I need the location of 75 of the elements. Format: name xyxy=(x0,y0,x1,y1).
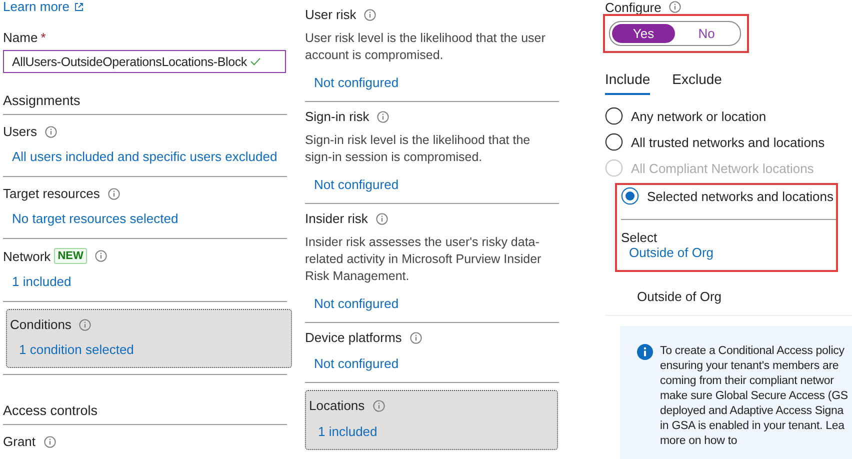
section-heading: Assignments xyxy=(3,93,82,110)
info-icon[interactable] xyxy=(95,250,108,262)
info-icon[interactable] xyxy=(376,212,388,224)
section-label: Target resources xyxy=(3,186,100,201)
section-label: Device platforms xyxy=(305,330,402,345)
section-row[interactable]: Network NEW 1 included xyxy=(3,239,286,301)
radio-button[interactable] xyxy=(621,187,639,205)
info-text-line: more on how to xyxy=(660,434,738,449)
info-icon[interactable] xyxy=(364,8,376,20)
info-text-line: deployed and Adaptive Access Signa xyxy=(660,404,845,419)
selected-section[interactable]: Conditions 1 condition selected xyxy=(6,309,292,368)
section-label: Users xyxy=(3,124,37,139)
radio-label: Selected networks and locations xyxy=(647,188,834,204)
radio-label: Any network or location xyxy=(631,108,766,124)
section-row[interactable]: Target resources No target resources selected xyxy=(3,177,286,238)
section-row[interactable]: Insider risk Insider risk assesses the user's risky data-related activity in Microsoft Purview Insider Risk Management. Not configured xyxy=(305,204,558,322)
external-link-icon xyxy=(74,2,84,12)
info-icon[interactable] xyxy=(377,110,390,122)
radio-button[interactable] xyxy=(605,107,623,125)
field-label: Name xyxy=(3,30,38,45)
info-text-line: make sure Global Secure Access (GS xyxy=(660,389,848,404)
section-description: Insider risk assesses the user's risky data-related activity in Microsoft Purview Insider Risk Management. xyxy=(305,234,542,285)
new-badge: NEW xyxy=(54,248,88,264)
section-link[interactable]: No target resources selected xyxy=(12,211,286,226)
toggle-option[interactable]: Yes xyxy=(612,24,675,43)
info-icon[interactable] xyxy=(108,188,120,200)
section-row[interactable]: Users All users included and specific users excluded xyxy=(3,115,286,176)
section-link[interactable]: Not configured xyxy=(314,296,558,311)
section-label: Locations xyxy=(309,398,365,413)
section-label: Network xyxy=(3,248,51,264)
info-icon[interactable] xyxy=(669,1,682,13)
section-row[interactable]: Grant xyxy=(3,425,286,459)
section-link[interactable]: Not configured xyxy=(314,177,558,192)
section-label: Sign-in risk xyxy=(305,109,370,124)
yes-no-toggle[interactable]: Yes No xyxy=(609,21,741,46)
learn-more-text[interactable]: Learn more xyxy=(3,0,70,14)
section-heading: Access controls xyxy=(3,403,99,420)
info-icon[interactable] xyxy=(410,332,422,344)
section-link[interactable]: 1 included xyxy=(318,424,557,439)
info-icon xyxy=(637,344,653,360)
section-link[interactable]: 1 included xyxy=(12,274,286,289)
radio-label: All Compliant Network locations xyxy=(631,160,814,176)
info-text-line: coming from their compliant networ xyxy=(660,374,835,389)
section-label: Conditions xyxy=(10,317,72,332)
info-icon[interactable] xyxy=(79,318,92,330)
tab[interactable]: Exclude xyxy=(672,71,722,95)
toggle-option[interactable]: No xyxy=(675,24,738,43)
info-text-line: ensuring your tenant's members are xyxy=(660,359,840,374)
radio-button[interactable] xyxy=(605,133,623,151)
select-link[interactable]: Outside of Org xyxy=(629,245,714,260)
section-label: Insider risk xyxy=(305,211,368,226)
section-label: Grant xyxy=(3,434,36,449)
section-link[interactable]: Not configured xyxy=(314,75,558,90)
section-link[interactable]: All users included and specific users excluded xyxy=(12,149,286,164)
selected-section[interactable]: Locations 1 included xyxy=(305,390,558,450)
field-label: Select xyxy=(621,230,658,245)
info-icon[interactable] xyxy=(44,126,57,138)
selected-location-row: Outside of Org xyxy=(605,272,852,316)
info-icon[interactable] xyxy=(44,436,56,448)
info-text-line: in GSA is enabled in your tenant. Lea xyxy=(660,419,846,434)
section-link[interactable]: Not configured xyxy=(314,356,558,371)
radio-label: All trusted networks and locations xyxy=(631,134,825,150)
section-description: Sign-in risk level is the likelihood that the sign-in session is compromised. xyxy=(305,132,532,166)
section-row[interactable]: Device platforms Not configured xyxy=(305,323,558,382)
field-label: Configure xyxy=(605,0,662,14)
section-label: User risk xyxy=(305,7,356,22)
section-link[interactable]: 1 condition selected xyxy=(19,342,291,357)
section-description: User risk level is the likelihood that the user account is compromised. xyxy=(305,30,546,64)
required-asterisk: * xyxy=(40,30,46,45)
info-icon[interactable] xyxy=(372,400,385,412)
tab[interactable]: Include xyxy=(605,71,650,95)
info-text-line: To create a Conditional Access policy xyxy=(660,344,846,359)
section-row[interactable]: Sign-in risk Sign-in risk level is the likelihood that the sign-in session is compromised. Not configured xyxy=(305,102,558,203)
section-row[interactable]: User risk User risk level is the likelihood that the user account is compromised. Not configured xyxy=(305,0,558,101)
name-input-field[interactable]: AllUsers-OutsideOperationsLocations-Block xyxy=(3,50,286,73)
